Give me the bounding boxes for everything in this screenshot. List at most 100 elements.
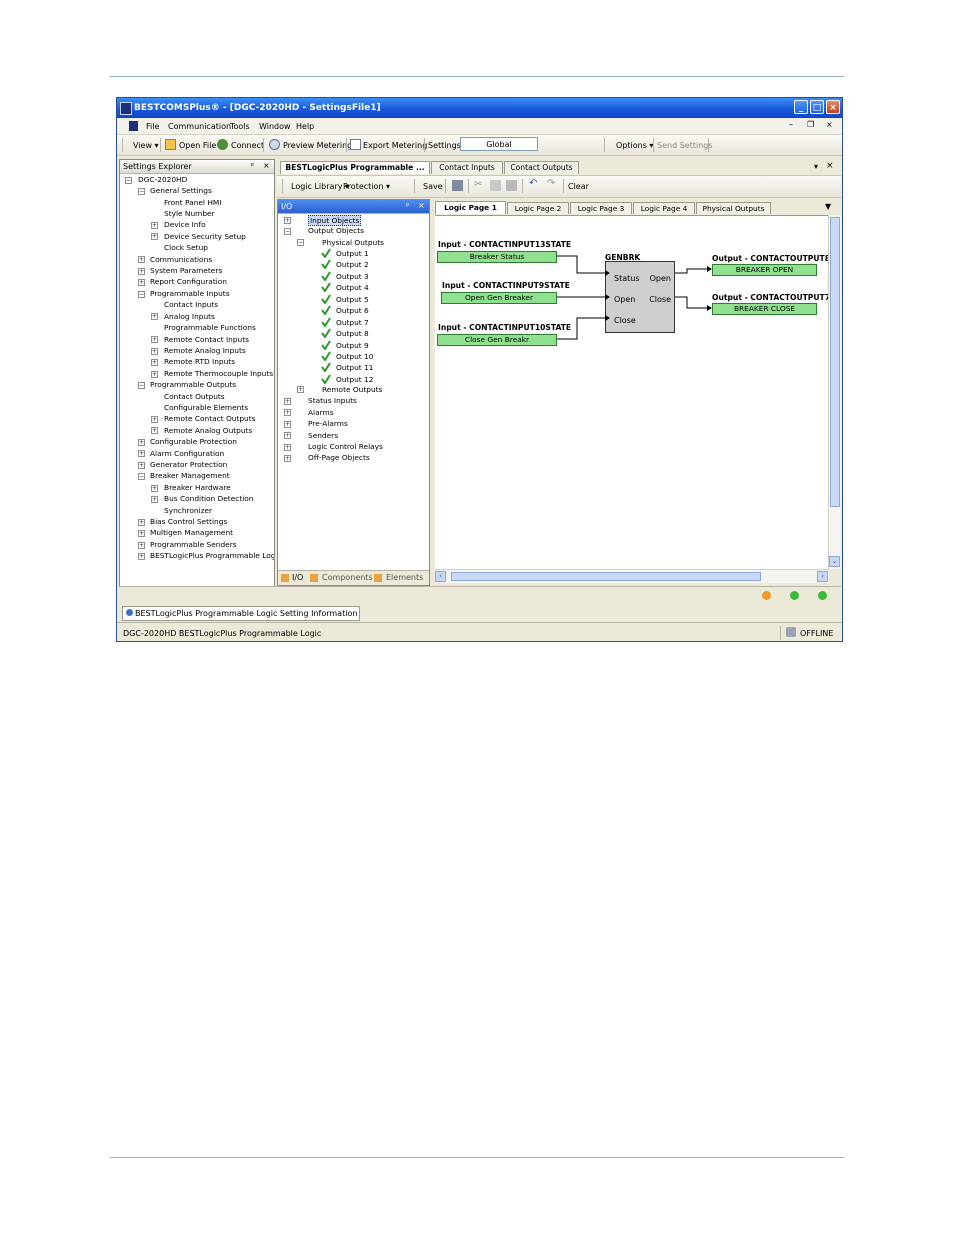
tree-item[interactable]: System Parameters xyxy=(150,266,222,275)
io-item[interactable]: Pre-Alarms xyxy=(308,419,348,428)
tree-expander[interactable]: − xyxy=(138,188,145,195)
setting-information-tab[interactable]: BESTLogicPlus Programmable Logic Setting… xyxy=(122,606,361,621)
tree-item[interactable]: Remote Thermocouple Inputs xyxy=(164,369,273,378)
scroll-down-icon[interactable]: ⌄ xyxy=(829,556,840,567)
tree-expander[interactable]: + xyxy=(284,398,291,405)
tree-expander[interactable]: + xyxy=(151,416,158,423)
menu-communication[interactable]: Communication xyxy=(168,122,231,131)
open-file-button[interactable]: Open File xyxy=(179,141,216,150)
tree-expander[interactable]: − xyxy=(138,473,145,480)
io-item[interactable]: Output 3 xyxy=(336,272,369,281)
io-item[interactable]: Output 2 xyxy=(336,260,369,269)
tree-item[interactable]: Programmable Outputs xyxy=(150,380,236,389)
tree-expander[interactable]: + xyxy=(138,462,145,469)
tab-physical-outputs[interactable]: Physical Outputs xyxy=(696,202,771,214)
tab-logic-page-1[interactable]: Logic Page 1 xyxy=(435,201,506,214)
tree-item[interactable]: Multigen Management xyxy=(150,528,233,537)
settings-group-select[interactable]: Global xyxy=(460,137,538,151)
tree-item[interactable]: Programmable Inputs xyxy=(150,289,230,298)
pane-close-icon[interactable]: × xyxy=(263,161,270,170)
io-item[interactable]: Physical Outputs xyxy=(322,238,384,247)
tree-expander[interactable]: + xyxy=(138,268,145,275)
mdi-minimize-icon[interactable]: – xyxy=(789,120,793,129)
tree-item[interactable]: Communications xyxy=(150,255,212,264)
io-item[interactable]: Output 1 xyxy=(336,249,369,258)
tree-expander[interactable]: + xyxy=(151,496,158,503)
io-item[interactable]: Output 12 xyxy=(336,375,373,384)
tree-expander[interactable]: + xyxy=(138,530,145,537)
tree-expander[interactable]: − xyxy=(297,239,304,246)
tree-item[interactable]: Clock Setup xyxy=(164,243,208,252)
document-close-icon[interactable]: × xyxy=(826,161,834,171)
io-item[interactable]: Senders xyxy=(308,431,338,440)
io-item[interactable]: Output 10 xyxy=(336,352,373,361)
minimize-button[interactable]: _ xyxy=(794,100,808,114)
tree-expander[interactable]: + xyxy=(138,256,145,263)
scroll-right-icon[interactable]: › xyxy=(817,571,828,582)
tree-expander[interactable]: + xyxy=(151,371,158,378)
tree-expander[interactable]: + xyxy=(151,233,158,240)
clear-button[interactable]: Clear xyxy=(568,182,589,191)
tree-expander[interactable]: + xyxy=(284,409,291,416)
tree-expander[interactable]: − xyxy=(138,291,145,298)
tree-expander[interactable]: + xyxy=(151,348,158,355)
tree-expander[interactable]: + xyxy=(284,421,291,428)
io-item[interactable]: Output 4 xyxy=(336,283,369,292)
tree-expander[interactable]: + xyxy=(151,222,158,229)
tree-item[interactable]: Synchronizer xyxy=(164,506,212,515)
mdi-close-icon[interactable]: × xyxy=(826,120,833,129)
tree-expander[interactable]: + xyxy=(138,542,145,549)
tree-item[interactable]: Report Configuration xyxy=(150,277,227,286)
tab-elements[interactable]: Elements xyxy=(386,573,423,582)
io-item[interactable]: Output Objects xyxy=(308,226,364,235)
io-item[interactable]: Logic Control Relays xyxy=(308,442,383,451)
tree-item[interactable]: Bus Condition Detection xyxy=(164,494,253,503)
tree-item[interactable]: Configurable Elements xyxy=(164,403,248,412)
io-pin-icon[interactable]: ᵖ xyxy=(406,201,409,210)
tree-expander[interactable]: − xyxy=(138,382,145,389)
tree-item[interactable]: Generator Protection xyxy=(150,460,227,469)
tree-expander[interactable]: + xyxy=(284,217,291,224)
tab-list-icon[interactable]: ▾ xyxy=(814,162,818,171)
tree-item[interactable]: Breaker Hardware xyxy=(164,483,231,492)
save-button[interactable]: Save xyxy=(423,182,443,191)
tree-item[interactable]: DGC-2020HD xyxy=(138,175,187,184)
options-button[interactable]: Options ▾ xyxy=(616,141,653,150)
tree-item[interactable]: Remote Contact Inputs xyxy=(164,335,249,344)
protection-button[interactable]: Protection ▾ xyxy=(343,182,390,191)
logic-tabs-dropdown-icon[interactable]: ▼ xyxy=(825,202,831,211)
view-button[interactable]: View ▾ xyxy=(133,141,159,150)
io-item[interactable]: Off-Page Objects xyxy=(308,453,370,462)
preview-metering-button[interactable]: Preview Metering xyxy=(283,141,352,150)
tree-expander[interactable]: − xyxy=(284,228,291,235)
redo-icon[interactable]: ↷ xyxy=(547,178,558,189)
tree-item[interactable]: Analog Inputs xyxy=(164,312,215,321)
menu-help[interactable]: Help xyxy=(296,122,314,131)
export-metering-button[interactable]: Export Metering xyxy=(363,141,427,150)
close-button[interactable]: × xyxy=(826,100,840,114)
tree-item[interactable]: Remote Analog Outputs xyxy=(164,426,252,435)
logic-library-button[interactable]: Logic Library ▾ xyxy=(291,182,349,191)
title-bar[interactable]: BESTCOMSPlus® - [DGC-2020HD - SettingsFi… xyxy=(117,98,842,118)
io-item[interactable]: Output 5 xyxy=(336,295,369,304)
io-item[interactable]: Output 6 xyxy=(336,306,369,315)
tree-expander[interactable]: + xyxy=(151,485,158,492)
print-icon[interactable] xyxy=(452,180,463,191)
tree-expander[interactable]: + xyxy=(138,519,145,526)
tree-expander[interactable]: + xyxy=(151,359,158,366)
scroll-thumb[interactable] xyxy=(830,217,840,507)
tree-item[interactable]: Front Panel HMI xyxy=(164,198,221,207)
tree-item[interactable]: General Settings xyxy=(150,186,212,195)
undo-icon[interactable]: ↶ xyxy=(529,178,540,189)
tree-item[interactable]: Remote Contact Outputs xyxy=(164,414,256,423)
io-item[interactable]: Output 7 xyxy=(336,318,369,327)
menu-file[interactable]: File xyxy=(146,122,159,131)
tree-item[interactable]: Device Security Setup xyxy=(164,232,246,241)
tree-item[interactable]: Contact Inputs xyxy=(164,300,218,309)
tab-logic-page-4[interactable]: Logic Page 4 xyxy=(633,202,695,214)
tab-logic-page-3[interactable]: Logic Page 3 xyxy=(570,202,632,214)
tree-item[interactable]: Style Number xyxy=(164,209,215,218)
tree-expander[interactable]: − xyxy=(125,177,132,184)
scroll-thumb[interactable] xyxy=(451,572,761,581)
mdi-restore-icon[interactable]: ❐ xyxy=(807,120,814,129)
